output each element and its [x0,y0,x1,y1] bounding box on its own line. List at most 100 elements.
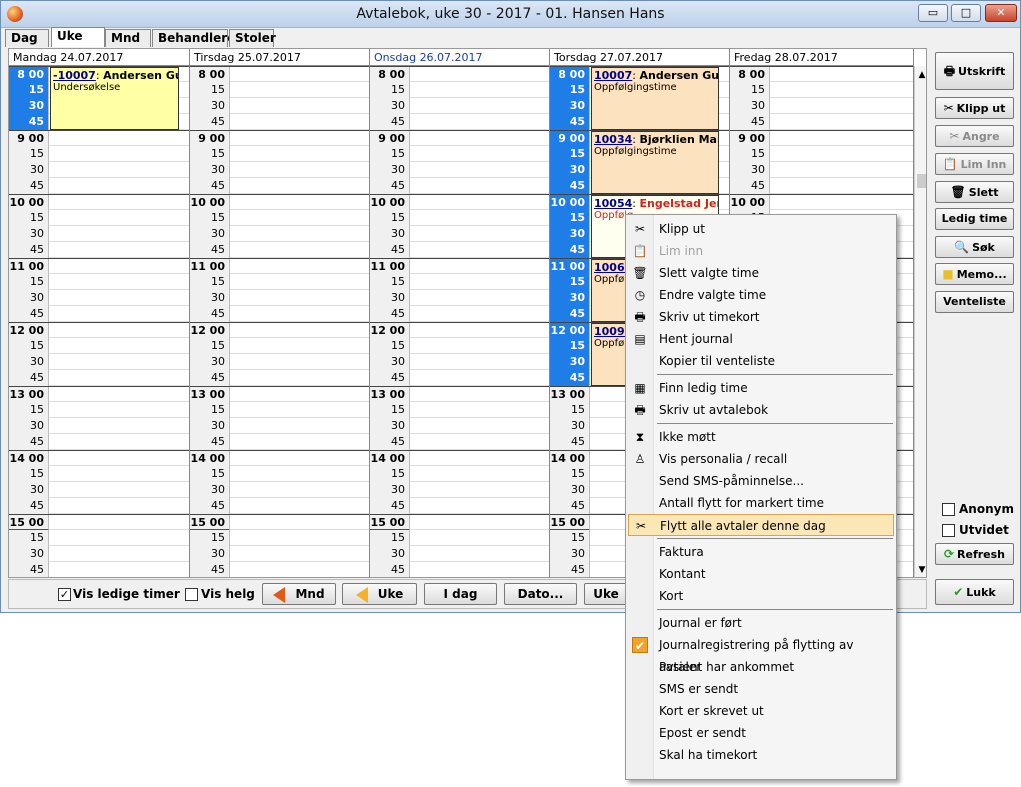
context-menu-item-hent-journal[interactable]: ▤ Hent journal [628,328,894,350]
day-column-monday[interactable]: 8 00 15 30 45 9 00 15 30 45 10 00 15 30 45 11 00 15 30… [9,66,190,577]
time-slot-row[interactable]: 15 [9,210,189,226]
minimize-button[interactable]: ▭ [918,4,948,22]
day-column-wednesday[interactable]: 8 00 15 30 45 9 00 15 30 45 10 00 15 30 45 11 00 15 30… [370,66,550,577]
time-slot-row[interactable]: 30 [190,418,369,434]
time-slot-row[interactable]: 45 [370,242,549,258]
time-slot-row[interactable]: 45 [9,434,189,450]
time-slot-row[interactable]: 15 [190,338,369,354]
time-slot-row[interactable]: 30 [370,418,549,434]
time-slot-row[interactable]: 30 [190,98,369,114]
today-button[interactable]: I dag [424,583,497,605]
time-slot-row[interactable]: 12 00 [370,322,549,339]
context-menu-item-kort-er-skrevet-ut[interactable]: Kort er skrevet ut [628,700,894,722]
time-slot-row[interactable]: 45 [370,434,549,450]
time-slot-row[interactable]: 11 00 [190,258,369,275]
time-slot-row[interactable]: 45 [190,242,369,258]
context-menu-item-kort[interactable]: Kort [628,585,894,607]
time-slot-row[interactable]: 15 [730,146,913,162]
context-menu-item-skal-ha-timekort[interactable]: Skal ha timekort [628,744,894,766]
time-slot-row[interactable]: 15 [190,466,369,482]
time-slot-row[interactable]: 9 00 [9,130,189,147]
time-slot-row[interactable]: 45 [370,370,549,386]
time-slot-row[interactable]: 45 [9,370,189,386]
time-slot-row[interactable]: 15 [730,82,913,98]
time-slot-row[interactable]: 30 [9,482,189,498]
time-slot-row[interactable]: 11 00 [370,258,549,275]
time-slot-row[interactable]: 30 [370,546,549,562]
context-menu-item-lim-inn[interactable]: 📋 Lim inn [628,240,894,262]
context-menu-item-epost-er-sendt[interactable]: Epost er sendt [628,722,894,744]
appointment-monday-0800[interactable]: -10007: Andersen Gu... Undersøkelse [50,67,179,130]
time-slot-row[interactable]: 45 [9,562,189,577]
time-slot-row[interactable]: 45 [9,178,189,194]
time-slot-row[interactable]: 45 [190,562,369,577]
time-slot-row[interactable]: 45 [370,498,549,514]
context-menu-item-endre-valgte-time[interactable]: ◷ Endre valgte time [628,284,894,306]
free-time-button[interactable]: Ledig time [935,208,1014,230]
tab-uke[interactable]: Uke [51,27,105,47]
time-slot-row[interactable]: 45 [190,370,369,386]
day-header-friday[interactable]: Fredag 28.07.2017 [730,49,914,66]
maximize-button[interactable]: □ [951,4,981,22]
tab-behandlere[interactable]: Behandlere [152,29,235,47]
day-header-tuesday[interactable]: Tirsdag 25.07.2017 [190,49,370,66]
time-slot-row[interactable]: 45 [190,498,369,514]
time-slot-row[interactable]: 8 00 [370,66,549,83]
time-slot-row[interactable]: 15 [9,274,189,290]
time-slot-row[interactable]: 9 00 [730,130,913,147]
time-slot-row[interactable]: 30 [190,290,369,306]
time-slot-row[interactable]: 30 [190,162,369,178]
scroll-up-icon[interactable]: ▲ [915,68,926,82]
patient-id[interactable]: 10054 [594,197,632,210]
time-slot-row[interactable]: 45 [190,434,369,450]
time-slot-row[interactable]: 10 00 [370,194,549,211]
time-slot-row[interactable]: 30 [190,226,369,242]
context-menu-item-finn-ledig-time[interactable]: ▦ Finn ledig time [628,377,894,399]
context-menu-item-send-sms-påminnelse[interactable]: Send SMS-påminnelse... [628,470,894,492]
calendar-scrollbar[interactable]: ▲ ▼ [914,66,926,577]
patient-id[interactable]: 10007 [594,69,632,82]
context-menu-item-klipp-ut[interactable]: ✂ Klipp ut [628,218,894,240]
time-slot-row[interactable]: 14 00 [370,450,549,467]
day-header-monday[interactable]: Mandag 24.07.2017 [9,49,190,66]
time-slot-row[interactable]: 30 [9,226,189,242]
time-slot-row[interactable]: 30 [370,354,549,370]
time-slot-row[interactable]: 12 00 [190,322,369,339]
date-picker-button[interactable]: Dato... [504,583,577,605]
patient-id[interactable]: 10034 [594,133,632,146]
search-button[interactable]: 🔍 Søk [935,236,1014,258]
time-slot-row[interactable]: 15 [190,402,369,418]
close-window-button[interactable]: ✔ Lukk [935,579,1014,605]
time-slot-row[interactable]: 30 [370,162,549,178]
context-menu-item-journal-er-ført[interactable]: Journal er ført [628,612,894,634]
time-slot-row[interactable]: 30 [9,418,189,434]
tab-stoler[interactable]: Stoler [229,29,276,47]
context-menu-item-skriv-ut-timekort[interactable]: 🖶 Skriv ut timekort [628,306,894,328]
time-slot-row[interactable]: 15 [190,82,369,98]
appointment-thursday-0900[interactable]: 10034: Bjørklien Marie Oppfølgingstime [591,131,719,194]
undo-button[interactable]: ✂ Angre [935,125,1014,147]
time-slot-row[interactable]: 30 [730,98,913,114]
time-slot-row[interactable]: 15 [9,338,189,354]
paste-button[interactable]: 📋 Lim Inn [935,153,1014,175]
time-slot-row[interactable]: 15 [370,210,549,226]
utvidet-checkbox[interactable] [942,524,955,537]
time-slot-row[interactable]: 30 [370,98,549,114]
time-slot-row[interactable]: 12 00 [9,322,189,339]
tab-dag[interactable]: Dag [5,29,49,47]
time-slot-row[interactable]: 45 [370,114,549,130]
time-slot-row[interactable]: 15 [9,402,189,418]
time-slot-row[interactable]: 15 [9,146,189,162]
close-button[interactable]: ✕ [985,4,1017,22]
context-menu-item-antall-flytt-for-markert-time[interactable]: Antall flytt for markert time [628,492,894,514]
prev-week-button[interactable]: Uke [342,583,417,605]
time-slot-row[interactable]: 15 [370,274,549,290]
time-slot-row[interactable]: 30 [9,354,189,370]
time-slot-row[interactable]: 30 [190,482,369,498]
vis-ledige-timer-checkbox[interactable]: ✓ [58,588,71,601]
time-slot-row[interactable]: 13 00 [370,386,549,403]
time-slot-row[interactable]: 30 [370,290,549,306]
context-menu-item-kopier-til-venteliste[interactable]: Kopier til venteliste [628,350,894,372]
time-slot-row[interactable]: 30 [370,226,549,242]
time-slot-row[interactable]: 30 [370,482,549,498]
